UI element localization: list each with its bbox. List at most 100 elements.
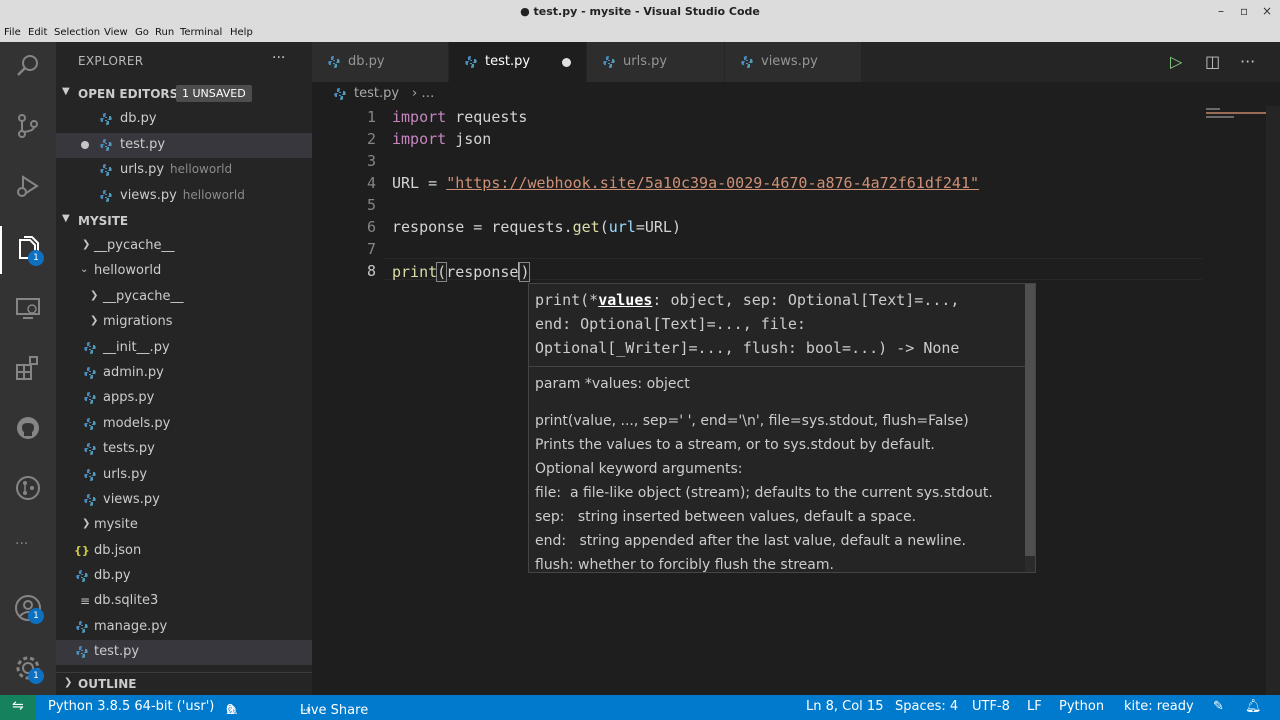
menu-run[interactable]: Run — [155, 27, 174, 38]
doc-line: file: a file-like object (stream); defau… — [535, 485, 993, 501]
remote-explorer-icon[interactable] — [14, 294, 42, 322]
open-editor-name: views.py — [120, 188, 177, 203]
bracket-match: ( — [436, 262, 448, 282]
scrollbar-thumb[interactable] — [1025, 284, 1035, 556]
feedback-icon[interactable]: ✎ — [1213, 699, 1224, 714]
tree-file-init-py[interactable]: __init__.py — [56, 336, 312, 361]
split-editor-icon[interactable]: ◫ — [1205, 52, 1220, 71]
tree-folder-helloworld[interactable]: ⌄ helloworld — [56, 259, 312, 284]
python-file-icon — [100, 164, 112, 176]
python-file-icon — [84, 367, 96, 379]
more-actions-icon[interactable]: ··· — [1240, 52, 1255, 71]
unsaved-dot-icon[interactable] — [81, 141, 89, 149]
tree-file-tests-py[interactable]: tests.py — [56, 437, 312, 462]
tab-test-py[interactable]: test.py — [449, 42, 586, 82]
menu-help[interactable]: Help — [230, 27, 253, 38]
outline-label: OUTLINE — [78, 677, 137, 691]
string-literal[interactable]: "https://webhook.site/5a10c39a-0029-4670… — [446, 174, 979, 192]
tree-folder-mysite[interactable]: ❯ mysite — [56, 513, 312, 538]
explorer-more-actions[interactable]: ··· — [272, 50, 285, 66]
remote-indicator[interactable]: ⇋ — [0, 695, 36, 720]
github-icon[interactable] — [14, 414, 42, 442]
menu-terminal[interactable]: Terminal — [180, 27, 222, 38]
python-file-icon — [84, 443, 96, 455]
bracket-match: ) — [519, 262, 531, 282]
extensions-icon[interactable] — [14, 354, 42, 382]
minimap-line — [1206, 116, 1234, 118]
tree-file-db-sqlite3[interactable]: ≡ db.sqlite3 — [56, 589, 312, 614]
line-number: 4 — [366, 174, 376, 192]
breadcrumb-file[interactable]: test.py — [354, 86, 399, 101]
menu-file[interactable]: File — [4, 27, 21, 38]
language-mode[interactable]: Python — [1059, 699, 1104, 714]
python-file-icon — [465, 56, 477, 68]
line-number: 7 — [366, 240, 376, 258]
tab-db-py[interactable]: db.py — [312, 42, 448, 82]
close-button[interactable]: × — [1262, 4, 1272, 18]
open-editors-section[interactable]: ▼ OPEN EDITORS 1 UNSAVED — [56, 83, 312, 105]
tree-file-test-py[interactable]: test.py — [56, 640, 312, 665]
outline-section[interactable]: ❯ OUTLINE — [56, 672, 312, 695]
open-editor-test-py[interactable]: test.py — [56, 133, 312, 158]
run-python-file-icon[interactable]: ▷ — [1170, 52, 1182, 71]
tree-file-views-py[interactable]: views.py — [56, 488, 312, 513]
explorer-badge: 1 — [28, 250, 44, 266]
tree-file-manage-py[interactable]: manage.py — [56, 615, 312, 640]
menu-view[interactable]: View — [104, 27, 128, 38]
gitlens-icon[interactable] — [14, 474, 42, 502]
tree-file-admin-py[interactable]: admin.py — [56, 361, 312, 386]
kite-status[interactable]: kite: ready — [1124, 699, 1194, 714]
python-file-icon — [76, 646, 88, 658]
open-editor-urls-py[interactable]: urls.py helloworld — [56, 158, 312, 183]
maximize-button[interactable]: ▫ — [1240, 4, 1248, 18]
menu-selection[interactable]: Selection — [54, 27, 100, 38]
minimize-button[interactable]: – — [1218, 4, 1224, 18]
code-line: 1 import requests — [312, 106, 1202, 128]
tab-label: db.py — [348, 54, 385, 69]
open-editor-name: urls.py — [120, 162, 165, 177]
line-number: 8 — [366, 262, 376, 280]
tree-file-urls-py[interactable]: urls.py — [56, 463, 312, 488]
tree-folder-pycache[interactable]: ❯ __pycache__ — [56, 285, 312, 310]
tab-label: test.py — [485, 54, 531, 69]
breadcrumb-symbols[interactable]: › … — [412, 86, 434, 101]
tree-file-apps-py[interactable]: apps.py — [56, 386, 312, 411]
python-file-icon — [84, 418, 96, 430]
status-bar: ⇋ Python 3.8.5 64-bit ('usr') ⊗ 0 ⚠ 0 ⇢ … — [0, 695, 1280, 720]
chevron-down-icon: ⌄ — [80, 264, 89, 275]
source-control-icon[interactable] — [14, 112, 42, 140]
popup-scrollbar[interactable] — [1025, 284, 1035, 572]
cursor-position[interactable]: Ln 8, Col 15 — [806, 699, 883, 714]
end-of-line[interactable]: LF — [1027, 699, 1042, 714]
chevron-down-icon: ▼ — [62, 213, 70, 224]
menu-go[interactable]: Go — [135, 27, 149, 38]
tree-file-db-json[interactable]: {} db.json — [56, 539, 312, 564]
open-editor-db-py[interactable]: db.py — [56, 107, 312, 132]
search-icon[interactable] — [14, 52, 42, 80]
run-debug-icon[interactable] — [14, 172, 42, 200]
keyword: import — [392, 108, 447, 126]
function-call: print — [392, 263, 438, 281]
python-file-icon — [328, 56, 340, 68]
menu-edit[interactable]: Edit — [28, 27, 47, 38]
tab-urls-py[interactable]: urls.py — [587, 42, 724, 82]
unsaved-dot-icon[interactable] — [562, 58, 571, 67]
python-file-icon — [100, 113, 112, 125]
python-interpreter[interactable]: Python 3.8.5 64-bit ('usr') — [48, 699, 214, 714]
python-file-icon — [84, 392, 96, 404]
indentation[interactable]: Spaces: 4 — [895, 699, 958, 714]
code-line: 6 response = requests.get(url=URL) — [312, 216, 1202, 238]
notifications-bell-icon[interactable]: 🔔︎ — [1245, 699, 1262, 714]
tree-file-db-py[interactable]: db.py — [56, 564, 312, 589]
vertical-scrollbar[interactable] — [1266, 106, 1280, 695]
tree-file-models-py[interactable]: models.py — [56, 412, 312, 437]
tree-folder-pycache[interactable]: ❯ __pycache__ — [56, 234, 312, 259]
tree-folder-migrations[interactable]: ❯ migrations — [56, 310, 312, 335]
tab-views-py[interactable]: views.py — [725, 42, 861, 82]
encoding[interactable]: UTF-8 — [972, 699, 1010, 714]
mysite-section[interactable]: ▼ MYSITE — [56, 210, 312, 232]
more-views-icon[interactable]: ··· — [15, 536, 28, 552]
open-editor-views-py[interactable]: views.py helloworld — [56, 184, 312, 209]
tree-item-name: migrations — [103, 314, 173, 329]
python-file-icon — [603, 56, 615, 68]
